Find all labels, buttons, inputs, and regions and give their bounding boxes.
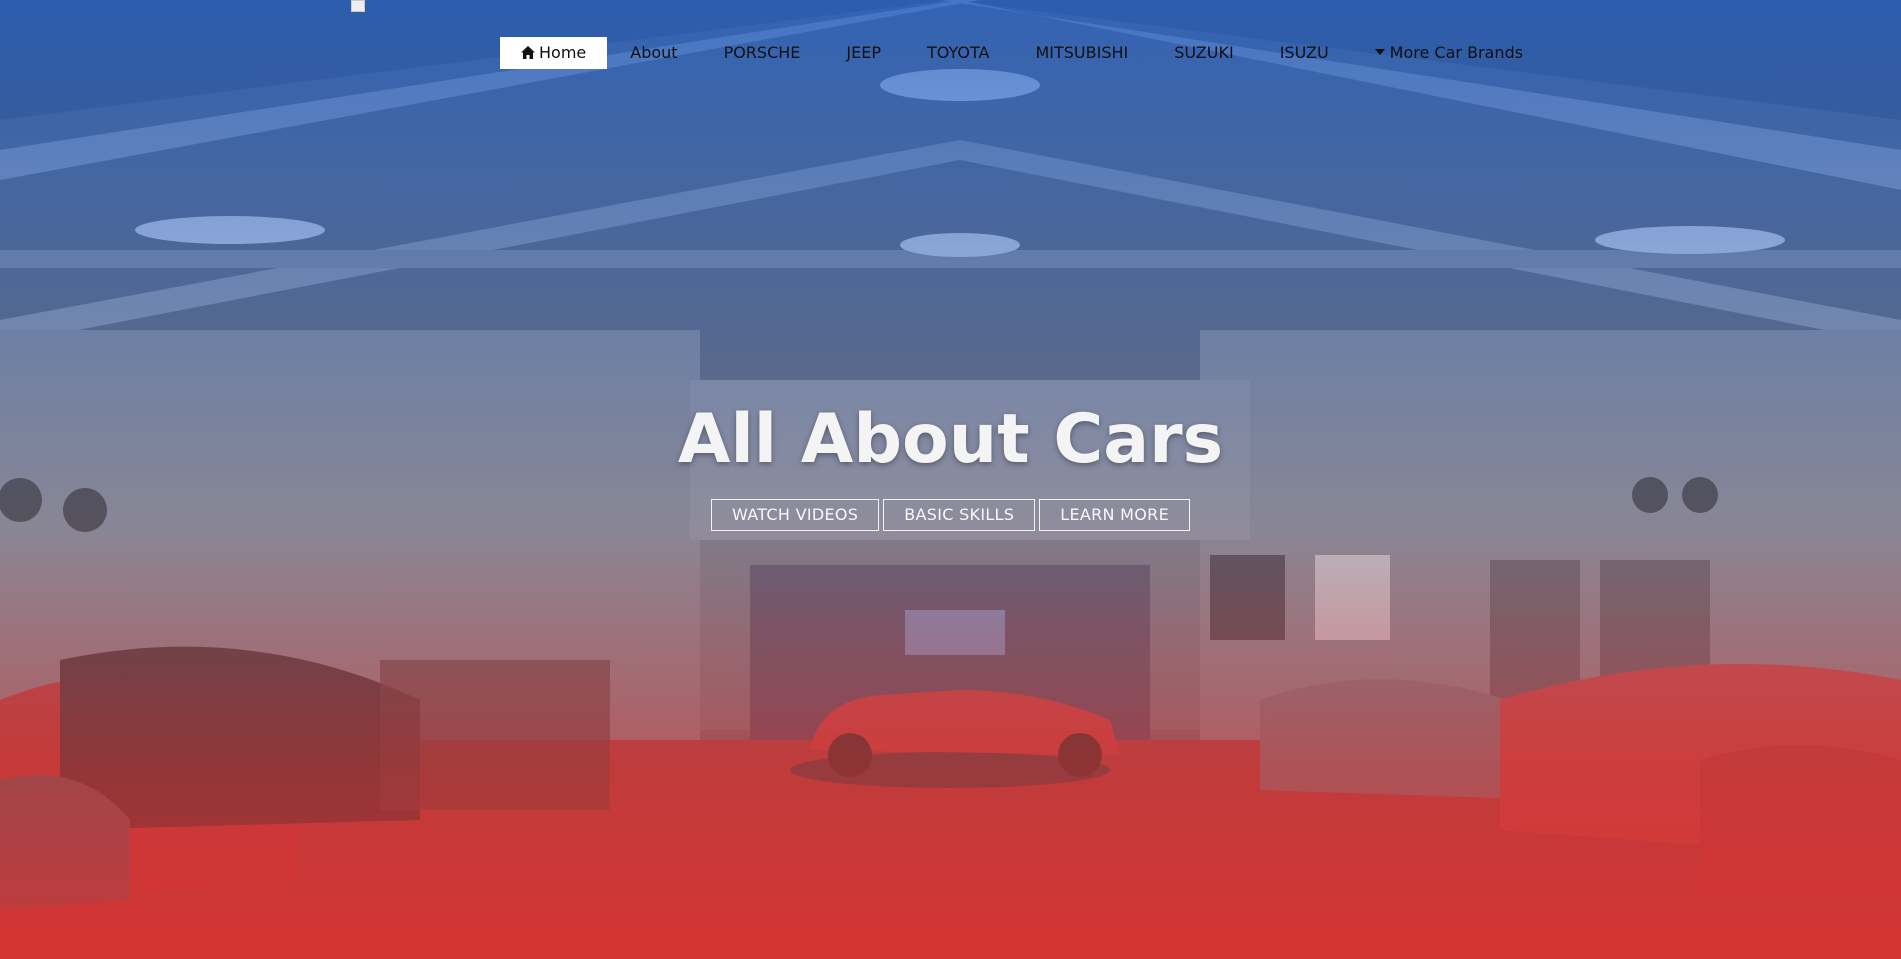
hero-section: Home About PORSCHE JEEP TOYOTA MITSUBISH… — [0, 0, 1901, 959]
nav-item-porsche[interactable]: PORSCHE — [701, 37, 824, 69]
nav-item-label: PORSCHE — [723, 43, 801, 62]
logo-image — [351, 0, 365, 12]
basic-skills-button[interactable]: BASIC SKILLS — [883, 499, 1036, 531]
nav-item-toyota[interactable]: TOYOTA — [904, 37, 1012, 69]
nav-item-label: JEEP — [846, 43, 881, 62]
nav-item-label: Home — [539, 43, 587, 62]
main-navigation: Home About PORSCHE JEEP TOYOTA MITSUBISH… — [500, 37, 1546, 69]
learn-more-button[interactable]: LEARN MORE — [1039, 499, 1190, 531]
nav-item-isuzu[interactable]: ISUZU — [1257, 37, 1352, 69]
nav-item-mitsubishi[interactable]: MITSUBISHI — [1012, 37, 1151, 69]
hero-button-group: WATCH VIDEOS BASIC SKILLS LEARN MORE — [0, 499, 1901, 531]
caret-down-icon — [1374, 49, 1385, 55]
nav-item-label: MITSUBISHI — [1035, 43, 1129, 62]
page-title: All About Cars — [677, 400, 1224, 479]
garage-background-image — [0, 0, 1901, 959]
nav-item-label: SUZUKI — [1174, 43, 1234, 62]
nav-item-jeep[interactable]: JEEP — [823, 37, 904, 69]
nav-item-home[interactable]: Home — [500, 37, 608, 69]
nav-item-label: TOYOTA — [926, 43, 990, 62]
home-icon — [521, 46, 535, 59]
nav-item-about[interactable]: About — [607, 37, 700, 69]
watch-videos-button[interactable]: WATCH VIDEOS — [711, 499, 880, 531]
nav-item-suzuki[interactable]: SUZUKI — [1151, 37, 1256, 69]
nav-item-label: More Car Brands — [1389, 43, 1524, 62]
nav-item-label: ISUZU — [1279, 43, 1329, 62]
nav-item-more-car-brands[interactable]: More Car Brands — [1352, 37, 1546, 69]
nav-item-label: About — [630, 43, 678, 62]
